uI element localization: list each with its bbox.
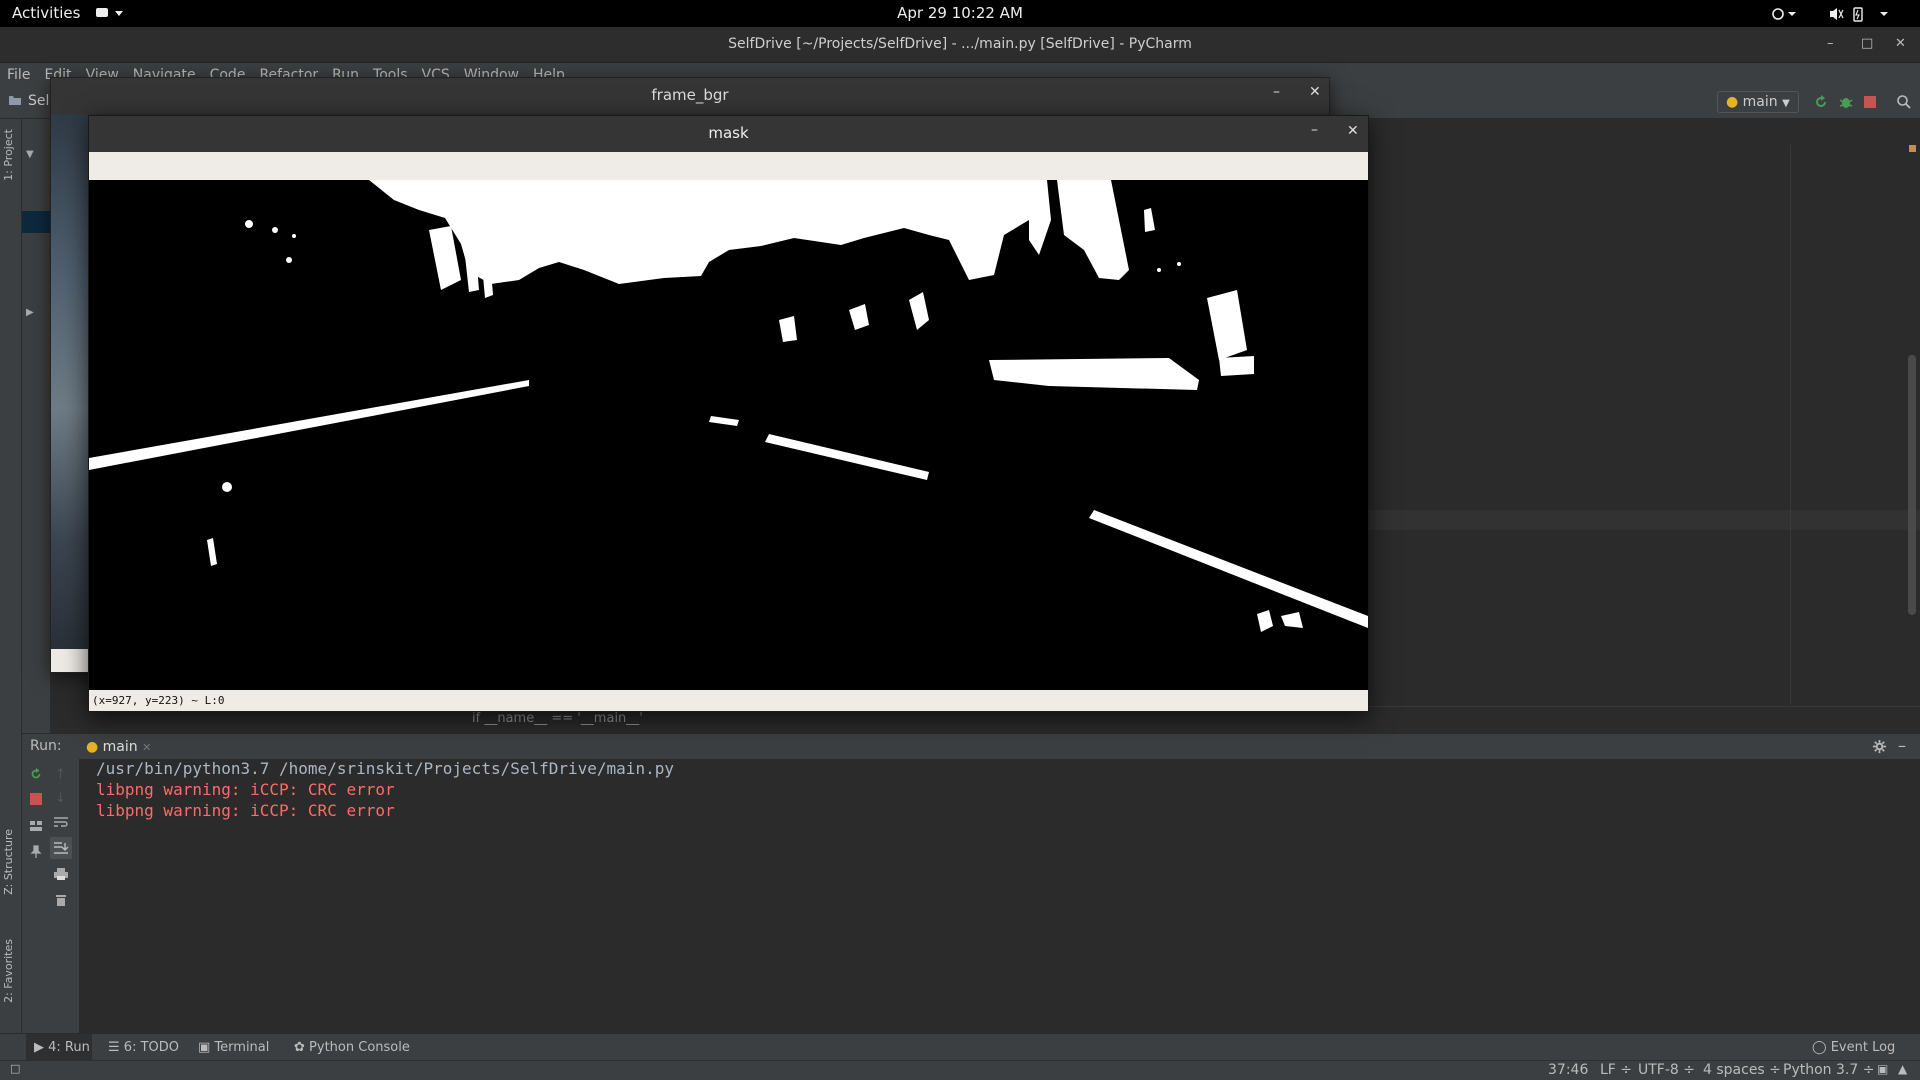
minimize-icon[interactable]: – <box>1311 122 1318 138</box>
scroll-to-end-icon <box>54 842 69 854</box>
camera-frame-image <box>51 114 89 649</box>
tab-python-console[interactable]: ✿ Python Console <box>294 1040 410 1055</box>
indent-setting[interactable]: 4 spaces ÷ <box>1703 1062 1781 1078</box>
run-console[interactable]: /usr/bin/python3.7 /home/srinskit/Projec… <box>80 759 1920 1033</box>
right-margin-guide <box>1790 145 1791 705</box>
system-top-bar: Activities Apr 29 10:22 AM <box>0 0 1920 27</box>
editor-scrollbar[interactable] <box>1908 355 1916 615</box>
tree-collapse-icon[interactable]: ▶ <box>26 307 34 318</box>
project-breadcrumb[interactable]: Sel <box>28 93 49 109</box>
scroll-to-end-button[interactable] <box>50 837 72 859</box>
tree-expand-icon[interactable]: ▼ <box>26 149 34 160</box>
volume-icon <box>1830 8 1844 20</box>
rerun-icon[interactable] <box>1813 94 1829 110</box>
tab-structure[interactable]: Z: Structure <box>2 829 15 895</box>
system-tray[interactable] <box>1770 5 1900 23</box>
tab-run-label: 4: Run <box>48 1040 90 1055</box>
rerun-icon[interactable] <box>29 767 43 781</box>
soft-wrap-icon[interactable] <box>53 815 69 829</box>
mask-window[interactable]: mask – ✕ (x=927, y=223) ~ L:0 <box>88 115 1369 712</box>
run-tab-label: main <box>102 739 138 755</box>
list-icon: ☰ <box>108 1040 120 1055</box>
hide-panel-icon[interactable]: – <box>1898 736 1906 755</box>
arrow-down-icon[interactable]: ↓ <box>55 791 66 806</box>
code-editor[interactable] <box>1362 145 1920 705</box>
minimize-icon[interactable]: – <box>1827 36 1834 51</box>
status-circle-icon <box>1772 8 1796 20</box>
event-log-button[interactable]: ◯ Event Log <box>1812 1040 1895 1055</box>
python-interpreter[interactable]: Python 3.7 ÷ <box>1783 1062 1874 1078</box>
caret-line <box>1362 510 1920 530</box>
ide-title-bar: SelfDrive [~/Projects/SelfDrive] - .../m… <box>0 27 1920 63</box>
run-configuration-select[interactable]: ● main ▼ <box>1717 91 1799 113</box>
cursor-readout: (x=927, y=223) ~ L:0 <box>89 690 1368 711</box>
chevron-down-icon: ▼ <box>1782 98 1790 109</box>
console-line: /usr/bin/python3.7 /home/srinskit/Projec… <box>96 759 674 778</box>
tab-project[interactable]: 1: Project <box>2 129 15 181</box>
maximize-icon[interactable]: □ <box>1861 36 1873 51</box>
image-toolbar <box>89 152 1368 180</box>
caret-position[interactable]: 37:46 <box>1548 1062 1588 1078</box>
print-icon[interactable] <box>53 867 69 881</box>
folder-icon <box>8 93 22 107</box>
console-line: libpng warning: iCCP: CRC error <box>96 780 395 799</box>
close-icon[interactable]: ✕ <box>1347 123 1359 139</box>
window-title[interactable]: mask <box>89 116 1368 152</box>
file-encoding[interactable]: UTF-8 ÷ <box>1638 1062 1695 1078</box>
run-config-label: main <box>1742 94 1778 110</box>
window-title[interactable]: frame_bgr <box>51 78 1329 114</box>
trash-icon[interactable] <box>54 893 68 907</box>
pin-icon[interactable] <box>29 845 43 859</box>
breadcrumb-main-guard[interactable]: if __name__ == '__main__' <box>472 711 643 726</box>
tab-python-console-label: Python Console <box>309 1040 410 1055</box>
warning-marker <box>1909 145 1916 152</box>
stop-icon[interactable] <box>30 793 42 805</box>
run-label: Run: <box>30 738 62 754</box>
console-line: libpng warning: iCCP: CRC error <box>96 801 395 820</box>
terminal-icon: ▣ <box>198 1040 211 1055</box>
left-tool-strip: 1: Project Z: Structure 2: Favorites <box>0 119 22 1033</box>
inspector-icon[interactable]: ▲ <box>1898 1062 1907 1076</box>
stop-icon[interactable] <box>1863 95 1877 109</box>
python-icon: ● <box>1726 94 1739 110</box>
run-panel-header: Run: ● main ✕ – <box>22 733 1920 759</box>
play-icon: ▶ <box>34 1040 44 1055</box>
bottom-tool-tabs: ▶ 4: Run ☰ 6: TODO ▣ Terminal ✿ Python C… <box>0 1033 1920 1060</box>
layout-toggle-icon[interactable]: □ <box>10 1062 20 1075</box>
close-icon[interactable]: ✕ <box>1309 84 1321 100</box>
speech-bubble-icon: ◯ <box>1812 1040 1827 1055</box>
tab-todo-label: 6: TODO <box>123 1040 179 1055</box>
battery-icon <box>1853 7 1863 22</box>
close-icon[interactable]: ✕ <box>1895 36 1906 51</box>
project-panel: ▼ ▶ <box>22 119 50 739</box>
tab-terminal[interactable]: ▣ Terminal <box>198 1040 269 1055</box>
close-tab-icon[interactable]: ✕ <box>142 741 151 754</box>
debug-icon[interactable] <box>1838 94 1854 110</box>
window-title: SelfDrive [~/Projects/SelfDrive] - .../m… <box>728 36 1192 52</box>
run-toolbar: ↑ ↓ <box>22 759 80 1033</box>
tab-terminal-label: Terminal <box>214 1040 270 1055</box>
power-menu-icon <box>1880 12 1888 16</box>
arrow-up-icon[interactable]: ↑ <box>55 767 66 782</box>
tab-todo[interactable]: ☰ 6: TODO <box>108 1040 179 1055</box>
status-bar: □ 37:46 LF ÷ UTF-8 ÷ 4 spaces ÷ Python 3… <box>0 1060 1920 1080</box>
minimize-icon[interactable]: – <box>1273 84 1280 100</box>
python-icon: ✿ <box>294 1040 305 1055</box>
menu-file[interactable]: File <box>0 63 37 83</box>
line-separator[interactable]: LF ÷ <box>1600 1062 1632 1078</box>
python-icon: ● <box>86 739 99 755</box>
lock-icon[interactable]: ▣ <box>1877 1062 1888 1076</box>
mask-image[interactable] <box>89 180 1368 690</box>
status-strip <box>51 649 89 672</box>
layout-icon[interactable] <box>29 819 43 833</box>
run-tab-main[interactable]: ● main ✕ <box>80 737 157 757</box>
tab-run[interactable]: ▶ 4: Run <box>34 1040 90 1055</box>
tree-selected-row[interactable] <box>22 211 50 233</box>
tab-favorites[interactable]: 2: Favorites <box>2 939 15 1003</box>
gear-icon[interactable] <box>1872 739 1887 754</box>
search-icon[interactable] <box>1896 94 1912 110</box>
event-log-label: Event Log <box>1830 1040 1896 1055</box>
clock[interactable]: Apr 29 10:22 AM <box>0 4 1920 22</box>
